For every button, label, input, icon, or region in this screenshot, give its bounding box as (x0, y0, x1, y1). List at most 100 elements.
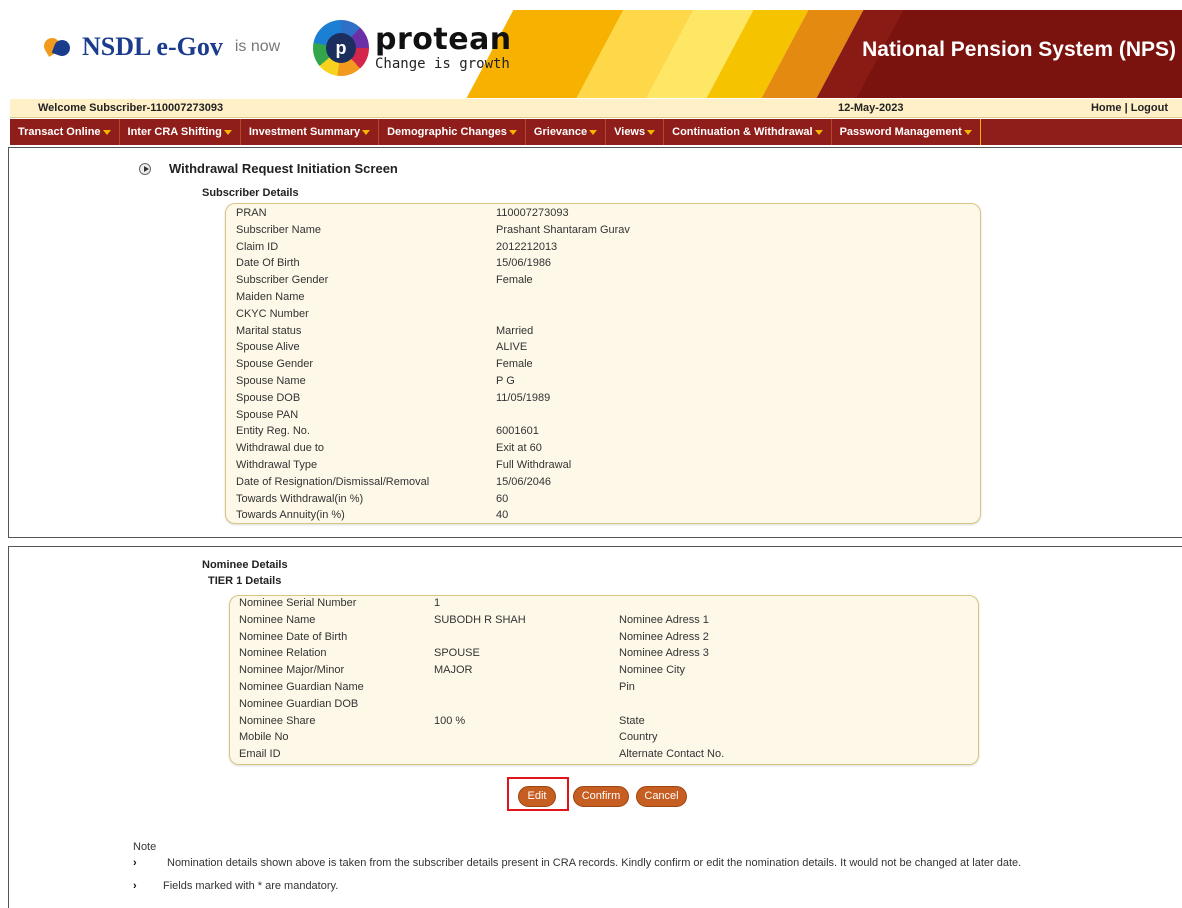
field-value: Prashant Shantaram Gurav (496, 223, 630, 236)
field-label: Date Of Birth (236, 257, 300, 270)
logout-link[interactable]: Logout (1131, 102, 1168, 114)
cancel-button[interactable]: Cancel (636, 786, 687, 807)
nominee-row: Nominee Share 100 % State (239, 715, 969, 731)
caret-down-icon (102, 129, 111, 135)
nav-inter-cra-shifting[interactable]: Inter CRA Shifting (120, 119, 241, 145)
address-field-label: State (619, 714, 645, 727)
nominee-row: Nominee Guardian DOB (239, 698, 969, 714)
field-value: 15/06/2046 (496, 475, 552, 488)
nav-grievance[interactable]: Grievance (526, 119, 607, 145)
caret-down-icon (963, 129, 972, 135)
nominee-row: Nominee Relation SPOUSE Nominee Adress 3 (239, 647, 969, 663)
nsdl-logo-icon (41, 35, 74, 59)
action-buttons: Edit Confirm Cancel (507, 777, 707, 815)
nominee-row: Nominee Major/Minor MAJOR Nominee City (239, 664, 969, 680)
nsdl-logo: NSDL e-Gov is now (41, 32, 281, 62)
subscriber-row: Withdrawal Type Full Withdrawal (236, 459, 966, 475)
home-link[interactable]: Home (1091, 102, 1122, 114)
address-field-label: Nominee Adress 3 (619, 647, 709, 660)
field-value: 60 (496, 492, 509, 505)
caret-down-icon (508, 129, 517, 135)
field-value: 6001601 (496, 425, 539, 438)
field-label: Nominee Share (239, 714, 316, 727)
note-text: Fields marked with * are mandatory. (163, 880, 339, 892)
field-value: Full Withdrawal (496, 459, 572, 471)
nominee-row: Nominee Serial Number 1 (239, 597, 969, 613)
nav-label: Investment Summary (248, 126, 361, 138)
caret-down-icon (647, 129, 656, 135)
field-label: Towards Annuity(in %) (236, 509, 345, 522)
address-field-label: Country (619, 731, 658, 744)
caret-down-icon (362, 129, 371, 135)
subscriber-row: Withdrawal due to Exit at 60 (236, 442, 966, 458)
nav-investment-summary[interactable]: Investment Summary (241, 119, 380, 145)
field-label: Nominee Date of Birth (239, 630, 348, 643)
subscriber-row: CKYC Number (236, 308, 966, 324)
edit-button[interactable]: Edit (518, 786, 556, 807)
nominee-row: Email ID Alternate Contact No. (239, 748, 969, 764)
field-value: SPOUSE (434, 647, 480, 660)
nominee-details-box: Nominee Serial Number 1 Nominee Name SUBODH… (229, 595, 979, 765)
field-value: 15/06/1986 (496, 257, 552, 270)
top-links: Home | Logout (1091, 102, 1168, 114)
nav-label: Continuation & Withdrawal (672, 126, 813, 138)
field-value: Female (496, 358, 533, 371)
bullet-arrow-icon (139, 162, 151, 175)
nav-demographic-changes[interactable]: Demographic Changes (379, 119, 526, 145)
field-label: Date of Resignation/Dismissal/Removal (236, 475, 430, 488)
chevron-right-icon: › (133, 880, 137, 892)
subscriber-row: Subscriber Name Prashant Shantaram Gurav (236, 224, 966, 240)
subscriber-row: Subscriber Gender Female (236, 274, 966, 290)
nav-label: Password Management (839, 126, 962, 138)
subscriber-row: Spouse Alive ALIVE (236, 341, 966, 357)
field-label: CKYC Number (236, 307, 309, 320)
subscriber-row: Maiden Name (236, 291, 966, 307)
field-label: PRAN (236, 207, 267, 219)
note-text: Nomination details shown above is taken … (167, 857, 1022, 869)
header-banner: NSDL e-Gov is now p protean Change is gr… (10, 10, 1182, 98)
address-field-label: Alternate Contact No. (619, 748, 725, 761)
caret-down-icon (814, 129, 823, 135)
screen-title: Withdrawal Request Initiation Screen (139, 161, 398, 176)
subscriber-row: Towards Annuity(in %) 40 (236, 509, 966, 525)
field-label: Spouse DOB (236, 391, 301, 404)
nav-label: Demographic Changes (387, 126, 507, 138)
nav-password-management[interactable]: Password Management (832, 119, 981, 145)
nav-transact-online[interactable]: Transact Online (10, 119, 120, 145)
subscriber-row: Claim ID 2012212013 (236, 241, 966, 257)
main-nav: Transact Online Inter CRA Shifting Inves… (10, 119, 1182, 145)
field-label: Subscriber Name (236, 223, 321, 236)
protean-logo: p protean Change is growth (313, 20, 512, 76)
nominee-panel: Nominee Details TIER 1 Details Nominee S… (8, 546, 1182, 908)
caret-down-icon (223, 129, 232, 135)
field-label: Nominee Name (239, 613, 316, 626)
current-date: 12-May-2023 (838, 102, 904, 114)
subscriber-row: Date Of Birth 15/06/1986 (236, 257, 966, 273)
nav-continuation-withdrawal[interactable]: Continuation & Withdrawal (664, 119, 832, 145)
field-label: Email ID (239, 748, 281, 761)
protean-brand-text: protean (375, 22, 512, 57)
nominee-details-label: Nominee Details (202, 559, 288, 571)
nav-views[interactable]: Views (606, 119, 665, 145)
field-label: Marital status (236, 324, 302, 337)
welcome-text: Welcome Subscriber-110007273093 (38, 102, 224, 114)
address-field-label: Nominee Adress 2 (619, 630, 709, 643)
nominee-row: Nominee Name SUBODH R SHAH Nominee Adress … (239, 614, 969, 630)
nav-label: Views (614, 126, 646, 138)
field-value: 110007273093 (496, 207, 569, 219)
subscriber-row: PRAN 110007273093 (236, 207, 966, 223)
subscriber-row: Spouse Gender Female (236, 358, 966, 374)
is-now-text: is now (234, 38, 281, 55)
field-value: ALIVE (496, 341, 528, 354)
field-label: Maiden Name (236, 291, 305, 303)
field-label: Towards Withdrawal(in %) (236, 492, 364, 505)
subscriber-row: Towards Withdrawal(in %) 60 (236, 493, 966, 509)
nominee-row: Nominee Guardian Name Pin (239, 681, 969, 697)
subscriber-row: Spouse DOB 11/05/1989 (236, 392, 966, 408)
screen-title-text: Withdrawal Request Initiation Screen (169, 161, 398, 176)
field-label: Withdrawal Type (236, 459, 318, 471)
field-label: Withdrawal due to (236, 442, 325, 455)
confirm-button[interactable]: Confirm (573, 786, 629, 807)
caret-down-icon (589, 129, 598, 135)
protean-tagline: Change is growth (375, 56, 510, 72)
